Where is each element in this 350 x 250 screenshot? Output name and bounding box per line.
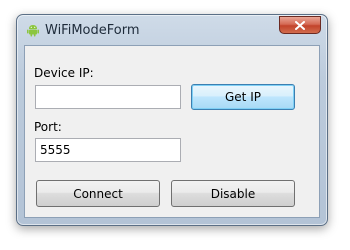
- device-ip-field[interactable]: [35, 85, 181, 109]
- window-title: WiFiModeForm: [45, 23, 140, 38]
- disable-button[interactable]: Disable: [171, 180, 295, 207]
- close-button[interactable]: [279, 16, 321, 34]
- port-label: Port:: [34, 120, 62, 134]
- device-ip-label: Device IP:: [34, 66, 94, 80]
- get-ip-button[interactable]: Get IP: [191, 84, 295, 110]
- form-client-area: Device IP: Get IP Port: Connect Disable: [24, 45, 320, 218]
- title-bar[interactable]: WiFiModeForm: [17, 15, 327, 45]
- close-icon: [295, 20, 305, 30]
- connect-button[interactable]: Connect: [36, 180, 160, 207]
- wifi-mode-window: WiFiModeForm Device IP: Get IP Port: Con…: [16, 14, 328, 226]
- android-icon: [27, 25, 39, 37]
- port-field[interactable]: [35, 138, 181, 162]
